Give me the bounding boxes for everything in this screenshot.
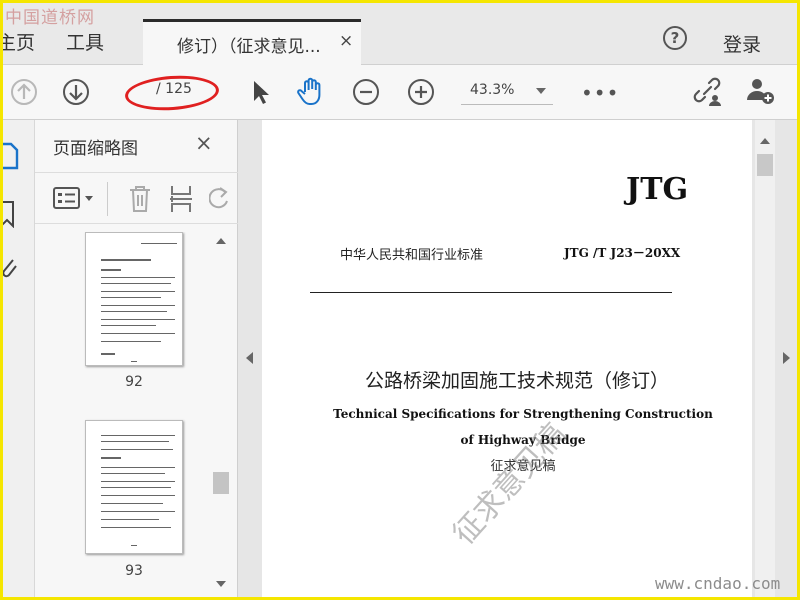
login-button[interactable]: 登录 — [723, 30, 761, 57]
share-link-icon[interactable] — [691, 77, 721, 107]
next-page-arrow-icon[interactable] — [783, 352, 790, 364]
scroll-up-icon[interactable] — [216, 238, 226, 244]
document-scrollbar[interactable] — [755, 120, 775, 597]
scroll-down-icon[interactable] — [216, 581, 226, 587]
panel-close-icon[interactable]: × — [195, 131, 213, 155]
divider-rule — [310, 292, 672, 293]
zoom-in-icon[interactable] — [406, 77, 436, 107]
document-viewer: JTG 中华人民共和国行业标准 JTG /T J23－20XX 公路桥梁加固施工… — [238, 120, 797, 597]
select-cursor-icon[interactable] — [245, 77, 275, 107]
scroll-up-icon[interactable] — [760, 138, 770, 144]
thumbnail-page-number: 92 — [125, 374, 143, 390]
delete-page-icon[interactable] — [127, 184, 153, 214]
thumbnail-options-icon[interactable] — [53, 186, 97, 212]
panel-title: 页面缩略图 — [53, 139, 138, 159]
left-rail — [3, 120, 35, 597]
menu-tools[interactable]: 工具 — [66, 28, 104, 55]
thumbnail-list: 92 93 — [35, 232, 215, 597]
standard-logo: JTG — [626, 172, 689, 207]
rotate-page-icon[interactable] — [209, 186, 229, 212]
toolbar: / 125 43.3% ••• — [3, 65, 797, 120]
zoom-value: 43.3% — [470, 82, 515, 98]
thumbnail-panel: 页面缩略图 × 92 93 — [35, 120, 238, 597]
document-page: JTG 中华人民共和国行业标准 JTG /T J23－20XX 公路桥梁加固施工… — [262, 120, 752, 597]
toolbar-divider — [107, 182, 108, 216]
site-url-watermark: www.cndao.com — [655, 574, 781, 593]
previous-page-icon[interactable] — [9, 77, 39, 107]
tab-bar: 中国道桥网 主页 工具 修订）（征求意见... × ? 登录 — [3, 3, 797, 66]
scrollbar-thumb[interactable] — [757, 154, 773, 176]
extract-page-icon[interactable] — [168, 184, 194, 214]
standard-code: JTG /T J23－20XX — [564, 246, 681, 260]
hand-tool-icon[interactable] — [295, 75, 325, 105]
zoom-select[interactable]: 43.3% — [461, 75, 553, 105]
tab-document[interactable]: 修订）（征求意见... × — [143, 19, 361, 66]
page-thumbnails-icon[interactable] — [3, 142, 19, 170]
thumbnail-page[interactable] — [85, 232, 183, 366]
menu-home[interactable]: 主页 — [3, 28, 35, 55]
document-title-en-line1: Technical Specifications for Strengtheni… — [333, 407, 713, 421]
add-user-icon[interactable] — [745, 75, 775, 105]
zoom-out-icon[interactable] — [351, 77, 381, 107]
thumbnail-page[interactable] — [85, 420, 183, 554]
more-tools-icon[interactable]: ••• — [581, 81, 619, 105]
chevron-down-icon — [536, 88, 546, 94]
thumbnail-page-number: 93 — [125, 563, 143, 579]
bookmark-icon[interactable] — [3, 200, 17, 228]
standard-label: 中华人民共和国行业标准 — [340, 248, 484, 263]
attachment-icon[interactable] — [3, 254, 19, 282]
tab-close-icon[interactable]: × — [339, 31, 353, 51]
next-page-icon[interactable] — [61, 77, 91, 107]
site-watermark: 中国道桥网 — [5, 8, 95, 28]
tab-document-label: 修订）（征求意见... — [177, 37, 321, 57]
scrollbar-thumb[interactable] — [213, 472, 229, 494]
document-title-en-line2: of Highway Bridge — [460, 433, 586, 447]
thumbnail-scrollbar[interactable] — [211, 232, 231, 597]
previous-page-arrow-icon[interactable] — [246, 352, 253, 364]
app-window: 中国道桥网 主页 工具 修订）（征求意见... × ? 登录 / 125 43.… — [3, 3, 797, 597]
document-title-cn: 公路桥梁加固施工技术规范（修订） — [364, 370, 669, 392]
help-icon[interactable]: ? — [663, 26, 687, 50]
panel-toolbar — [35, 172, 238, 224]
